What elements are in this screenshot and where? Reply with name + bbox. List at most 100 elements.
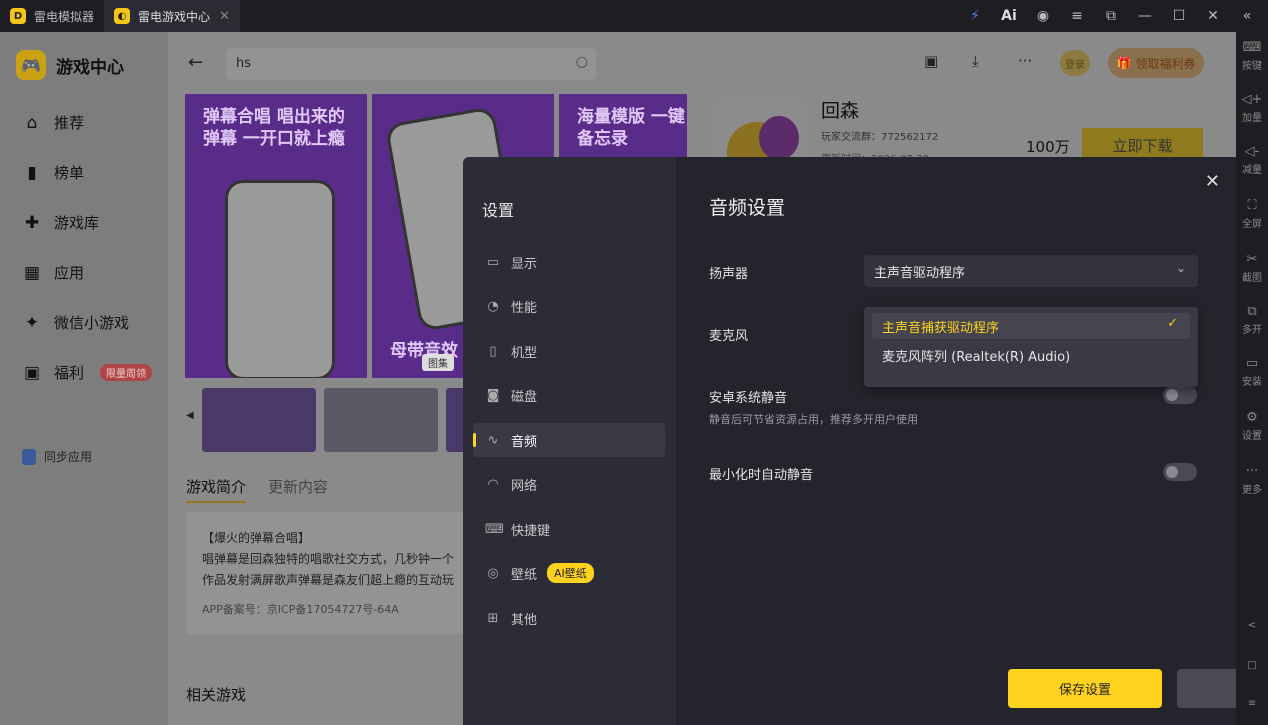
intro-title: 【爆火的弹幕合唱】 bbox=[202, 531, 311, 545]
settings-item-model[interactable]: ▯ 机型 bbox=[473, 334, 665, 368]
android-recents-icon[interactable]: ≡ bbox=[1236, 698, 1268, 709]
coupon-button[interactable]: 🎁 领取福利券 bbox=[1108, 48, 1204, 78]
settings-item-performance[interactable]: ◔ 性能 bbox=[473, 289, 665, 323]
mic-dropdown: 主声音捕获驱动程序 ✓ 麦克风阵列 (Realtek(R) Audio) bbox=[864, 307, 1198, 387]
android-home-icon[interactable]: □ bbox=[1236, 660, 1268, 671]
toolbar-label: 截图 bbox=[1242, 273, 1262, 284]
speaker-select[interactable]: 主声音驱动程序 ⌄ bbox=[864, 255, 1198, 287]
tab-game-center[interactable]: ◐ 雷电游戏中心 ✕ bbox=[104, 0, 241, 32]
toolbar-install[interactable]: ▭ 安装 bbox=[1236, 356, 1268, 388]
toolbar-multi[interactable]: ⧉ 多开 bbox=[1236, 304, 1268, 336]
chart-icon: ▮ bbox=[27, 162, 37, 183]
calendar-icon[interactable]: ▣ bbox=[924, 52, 938, 70]
save-button[interactable]: 保存设置 bbox=[1008, 669, 1162, 708]
sidebar-item-library[interactable]: ✚ 游戏库 bbox=[22, 212, 99, 233]
close-tab-icon[interactable]: ✕ bbox=[219, 9, 230, 24]
gallery-badge[interactable]: 图集 bbox=[422, 354, 454, 371]
screenshot-caption: 海量模版 一键备忘录 bbox=[577, 107, 685, 149]
thumbnail[interactable] bbox=[202, 388, 316, 452]
android-mute-label: 安卓系统静音 bbox=[709, 391, 788, 406]
sync-icon bbox=[22, 448, 36, 465]
install-icon: ▭ bbox=[1245, 356, 1259, 371]
settings-item-audio[interactable]: ∿ 音频 bbox=[473, 423, 665, 457]
toolbar-fullscreen[interactable]: ⛶ 全屏 bbox=[1236, 198, 1268, 230]
sidebar-item-recommend[interactable]: ⌂ 推荐 bbox=[22, 112, 84, 133]
settings-item-display[interactable]: ▭ 显示 bbox=[473, 245, 665, 279]
speaker-value: 主声音驱动程序 bbox=[874, 266, 966, 281]
sidebar-item-apps[interactable]: ▦ 应用 bbox=[22, 262, 84, 283]
toolbar-keymap[interactable]: ⌨ 按键 bbox=[1236, 40, 1268, 72]
related-games-heading: 相关游戏 bbox=[186, 686, 247, 704]
android-back-icon[interactable]: < bbox=[1236, 620, 1268, 631]
gamepad-logo-icon: 🎮 bbox=[16, 50, 46, 80]
toolbar-settings[interactable]: ⚙ 设置 bbox=[1236, 410, 1268, 442]
collapse-sidebar-icon[interactable]: « bbox=[1236, 8, 1258, 24]
icp-number: APP备案号：京ICP备17054727号-64A bbox=[202, 603, 399, 616]
boost-icon[interactable]: ⚡ bbox=[964, 8, 986, 24]
search-input[interactable]: hs ○ bbox=[226, 48, 596, 80]
close-icon[interactable]: ✕ bbox=[1202, 8, 1224, 24]
sidebar-item-ranking[interactable]: ▮ 榜单 bbox=[22, 162, 84, 183]
search-icon[interactable]: ○ bbox=[576, 54, 588, 70]
back-arrow-icon[interactable]: ← bbox=[188, 52, 203, 73]
sync-apps-button[interactable]: 同步应用 bbox=[22, 448, 92, 465]
ai-icon[interactable]: Ai bbox=[998, 8, 1020, 24]
settings-item-network[interactable]: ◠ 网络 bbox=[473, 467, 665, 501]
tab-emulator[interactable]: D 雷电模拟器 bbox=[0, 0, 104, 32]
close-icon[interactable]: ✕ bbox=[1205, 171, 1220, 192]
title-bar: D 雷电模拟器 ◐ 雷电游戏中心 ✕ ⚡ Ai ◉ ≡ ⧉ — ☐ ✕ « bbox=[0, 0, 1268, 32]
sidebar-item-label: 微信小游戏 bbox=[54, 314, 130, 332]
search-value: hs bbox=[236, 56, 252, 71]
settings-item-other[interactable]: ⊞ 其他 bbox=[473, 601, 665, 635]
settings-item-wallpaper[interactable]: ◎ 壁纸 AI壁纸 bbox=[473, 556, 665, 590]
restore-down-icon[interactable]: ⧉ bbox=[1100, 8, 1122, 24]
android-mute-toggle[interactable] bbox=[1163, 386, 1197, 404]
minimize-icon[interactable]: — bbox=[1134, 8, 1156, 24]
intro-card: 【爆火的弹幕合唱】 唱弹幕是回森独特的唱歌社交方式，几秒钟一个 作品发射满屏歌声… bbox=[186, 512, 486, 634]
settings-item-label: 网络 bbox=[511, 478, 538, 494]
login-button[interactable]: 登录 bbox=[1060, 50, 1090, 76]
apps-icon: ▦ bbox=[23, 262, 41, 283]
toolbar-volume-up[interactable]: ◁+ 加量 bbox=[1236, 92, 1268, 124]
account-icon[interactable]: ◉ bbox=[1032, 8, 1054, 24]
monitor-icon: ▭ bbox=[486, 254, 500, 270]
more-icon[interactable]: ··· bbox=[1018, 52, 1032, 70]
game-title: 回森 bbox=[821, 100, 860, 122]
detail-tabs: 游戏简介 更新内容 bbox=[186, 476, 328, 503]
toolbar-label: 更多 bbox=[1242, 485, 1262, 496]
cancel-button[interactable]: 取消 bbox=[1177, 669, 1236, 708]
prev-arrow-icon[interactable]: ◀ bbox=[186, 410, 194, 421]
settings-title: 设置 bbox=[482, 201, 515, 220]
settings-item-disk[interactable]: ◙ 磁盘 bbox=[473, 378, 665, 412]
download-icon[interactable]: ⤓ bbox=[972, 52, 979, 70]
mic-option-label: 麦克风阵列 (Realtek(R) Audio) bbox=[882, 350, 1071, 365]
settings-item-hotkeys[interactable]: ⌨ 快捷键 bbox=[473, 512, 665, 546]
menu-icon[interactable]: ≡ bbox=[1066, 8, 1088, 24]
minimize-mute-toggle[interactable] bbox=[1163, 463, 1197, 481]
maximize-icon[interactable]: ☐ bbox=[1168, 8, 1190, 24]
audio-settings-panel: ✕ 音频设置 扬声器 主声音驱动程序 ⌄ 麦克风 主声音捕获驱动程序 ✓ 麦克风… bbox=[676, 157, 1236, 725]
audio-heading: 音频设置 bbox=[709, 197, 786, 219]
toolbar-volume-down[interactable]: ◁- 减量 bbox=[1236, 144, 1268, 176]
audio-icon: ∿ bbox=[487, 432, 499, 448]
settings-item-label: 其他 bbox=[511, 612, 538, 628]
right-toolbar: ⌨ 按键 ◁+ 加量 ◁- 减量 ⛶ 全屏 ✂ 截图 ⧉ 多开 ▭ 安装 ⚙ 设置 ··· 更多 … bbox=[1236, 32, 1268, 725]
tab-updates[interactable]: 更新内容 bbox=[268, 476, 328, 503]
mic-option-label: 主声音捕获驱动程序 bbox=[882, 321, 1000, 336]
ai-wallpaper-badge: AI壁纸 bbox=[547, 563, 594, 583]
toolbar-screenshot[interactable]: ✂ 截图 bbox=[1236, 252, 1268, 284]
tab-intro[interactable]: 游戏简介 bbox=[186, 476, 247, 503]
sidebar-item-wechat-games[interactable]: ✦ 微信小游戏 bbox=[22, 312, 129, 333]
toolbar-more[interactable]: ··· 更多 bbox=[1236, 464, 1268, 496]
sidebar-item-label: 推荐 bbox=[54, 114, 85, 132]
thumbnail[interactable] bbox=[324, 388, 438, 452]
more-icon: ··· bbox=[1245, 464, 1259, 479]
sidebar-item-welfare[interactable]: ▣ 福利 限量周领 bbox=[22, 362, 153, 383]
screenshot-1[interactable]: 弹幕合唱 唱出来的弹幕 一开口就上瘾 bbox=[185, 94, 367, 378]
settings-item-label: 快捷键 bbox=[511, 523, 551, 539]
phone-mockup bbox=[225, 180, 335, 378]
mic-option[interactable]: 主声音捕获驱动程序 ✓ bbox=[872, 313, 1190, 339]
mic-option[interactable]: 麦克风阵列 (Realtek(R) Audio) bbox=[872, 342, 1190, 368]
player-group: 玩家交流群：772562172 bbox=[821, 132, 939, 143]
mic-label: 麦克风 bbox=[709, 329, 749, 344]
